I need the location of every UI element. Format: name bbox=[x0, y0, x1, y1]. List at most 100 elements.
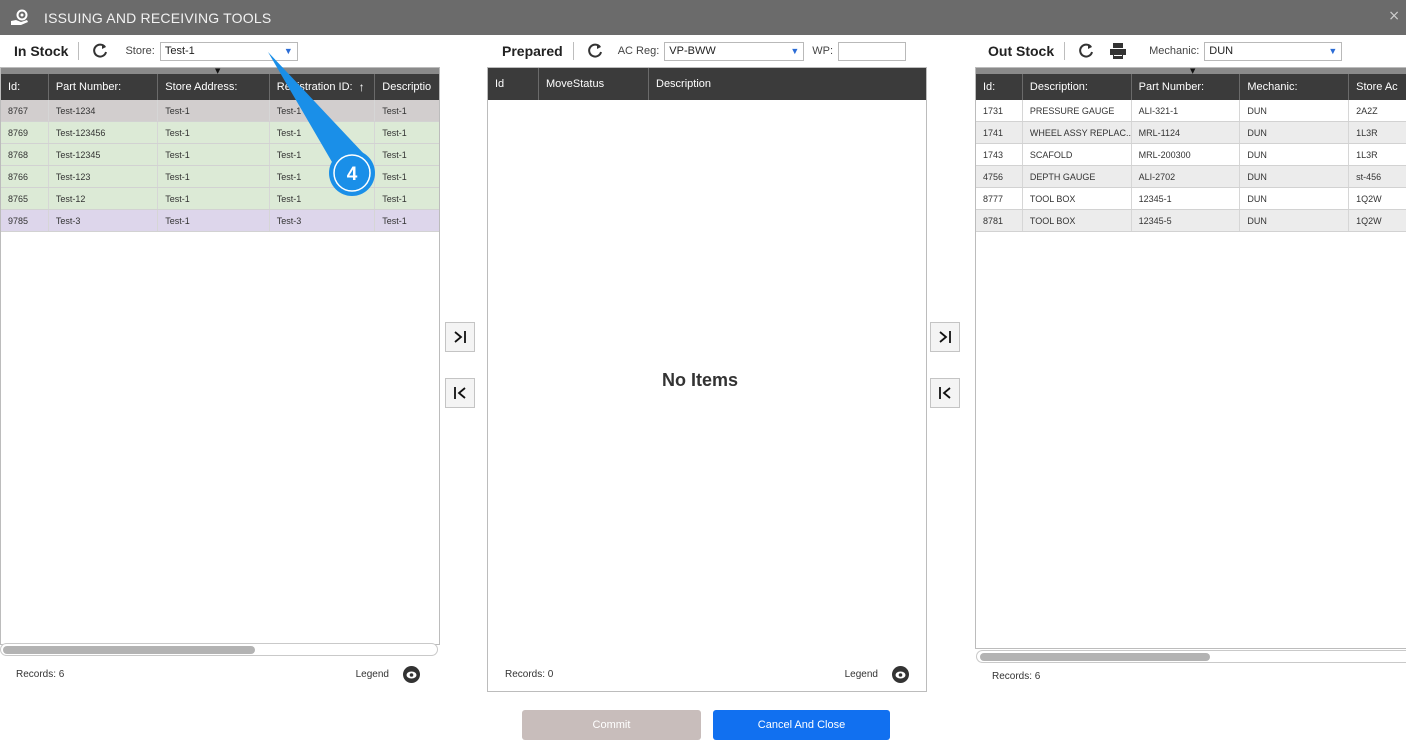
cell-id: 8765 bbox=[1, 188, 49, 209]
cell-description: SCAFOLD bbox=[1023, 144, 1132, 165]
out-stock-grid: ▼ Id: Description: Part Number: Mechanic… bbox=[975, 67, 1406, 649]
scrollbar-thumb[interactable] bbox=[3, 646, 255, 654]
grid-group-bar: ▼ bbox=[1, 68, 439, 75]
table-row[interactable]: 1731 PRESSURE GAUGE ALI-321-1 DUN 2A2Z bbox=[976, 100, 1406, 122]
in-stock-horizontal-scrollbar[interactable] bbox=[0, 643, 438, 656]
column-header-store-address[interactable]: Store Ac bbox=[1349, 74, 1406, 100]
table-row[interactable]: 4756 DEPTH GAUGE ALI-2702 DUN st-456 bbox=[976, 166, 1406, 188]
column-header-part-number[interactable]: Part Number: bbox=[49, 74, 159, 100]
column-header-description[interactable]: Description: bbox=[1023, 74, 1132, 100]
store-label: Store: bbox=[125, 45, 155, 57]
table-row[interactable]: 8781 TOOL BOX 12345-5 DUN 1Q2W bbox=[976, 210, 1406, 232]
ac-reg-select-value: VP-BWW bbox=[669, 45, 716, 57]
table-row[interactable]: 1743 SCAFOLD MRL-200300 DUN 1L3R bbox=[976, 144, 1406, 166]
legend-label: Legend bbox=[844, 669, 878, 680]
cell-description: TOOL BOX bbox=[1023, 210, 1132, 231]
cell-store-address: Test-1 bbox=[158, 122, 270, 143]
table-row[interactable]: 8768 Test-12345 Test-1 Test-1 Test-1 bbox=[1, 144, 439, 166]
mechanic-select-value: DUN bbox=[1209, 45, 1234, 57]
ac-reg-label: AC Reg: bbox=[617, 45, 660, 57]
eye-icon[interactable] bbox=[892, 666, 909, 683]
column-header-id[interactable]: Id: bbox=[976, 74, 1023, 100]
wp-input[interactable] bbox=[838, 41, 907, 61]
table-row[interactable]: 8777 TOOL BOX 12345-1 DUN 1Q2W bbox=[976, 188, 1406, 210]
move-to-end-icon bbox=[939, 331, 951, 343]
refresh-icon[interactable] bbox=[89, 40, 111, 62]
out-stock-grid-header: Id: Description: Part Number: Mechanic: … bbox=[976, 74, 1406, 100]
move-to-end-button[interactable] bbox=[930, 322, 960, 352]
eye-icon[interactable] bbox=[403, 666, 420, 683]
mechanic-select[interactable]: DUN ▼ bbox=[1204, 41, 1343, 61]
in-stock-footer: Records: 6 Legend bbox=[16, 666, 420, 683]
cell-part-number: 12345-1 bbox=[1132, 188, 1241, 209]
cell-description: Test-1 bbox=[382, 215, 407, 226]
ac-reg-select[interactable]: VP-BWW ▼ bbox=[664, 41, 805, 61]
column-header-label: Registration ID: bbox=[276, 81, 353, 93]
store-select-value: Test-1 bbox=[164, 45, 195, 57]
window-title: ISSUING AND RECEIVING TOOLS bbox=[44, 9, 272, 26]
cell-store-address: Test-1 bbox=[158, 166, 270, 187]
refresh-icon[interactable] bbox=[1075, 40, 1097, 62]
sort-ascending-icon: ↑ bbox=[358, 80, 365, 94]
cell-part-number: Test-1234 bbox=[49, 100, 159, 121]
divider bbox=[78, 42, 80, 60]
cell-id: 8766 bbox=[1, 166, 49, 187]
column-header-id[interactable]: Id bbox=[488, 68, 539, 100]
printer-icon[interactable] bbox=[1107, 40, 1129, 62]
column-header-description[interactable]: Descriptio bbox=[375, 74, 439, 100]
column-header-move-status[interactable]: MoveStatus bbox=[539, 68, 649, 100]
chevron-down-icon: ▼ bbox=[790, 46, 800, 56]
in-stock-grid-header: Id: Part Number: Store Address: Registra… bbox=[1, 74, 439, 100]
close-icon[interactable]: × bbox=[1388, 8, 1400, 24]
table-row[interactable]: 8767 Test-1234 Test-1 Test-1 Test-1 bbox=[1, 100, 439, 122]
cell-store-address: 2A2Z bbox=[1356, 105, 1378, 116]
cell-id: 1743 bbox=[976, 144, 1023, 165]
column-header-part-number[interactable]: Part Number: bbox=[1132, 74, 1241, 100]
column-header-description[interactable]: Description bbox=[649, 68, 926, 100]
cell-mechanic: DUN bbox=[1240, 122, 1350, 143]
cell-mechanic: DUN bbox=[1240, 144, 1350, 165]
column-header-store-address[interactable]: Store Address: bbox=[158, 74, 270, 100]
refresh-icon[interactable] bbox=[584, 40, 606, 62]
tool-hand-icon bbox=[8, 6, 32, 30]
chevron-down-icon: ▼ bbox=[1328, 46, 1338, 56]
cell-mechanic: DUN bbox=[1240, 188, 1350, 209]
cell-id: 8781 bbox=[976, 210, 1023, 231]
table-row[interactable]: 1741 WHEEL ASSY REPLAC... MRL-1124 DUN 1L3R bbox=[976, 122, 1406, 144]
grid-group-bar: ▼ bbox=[976, 68, 1406, 75]
divider bbox=[1064, 42, 1066, 60]
wp-label: WP: bbox=[812, 45, 834, 57]
cancel-and-close-button[interactable]: Cancel And Close bbox=[713, 710, 890, 740]
table-row[interactable]: 8766 Test-123 Test-1 Test-1 Test-1 bbox=[1, 166, 439, 188]
cell-store-address: 1L3R bbox=[1356, 149, 1378, 160]
cell-store-address: Test-1 bbox=[158, 188, 270, 209]
store-select[interactable]: Test-1 ▼ bbox=[159, 41, 298, 61]
table-row[interactable]: 9785 Test-3 Test-1 Test-3 Test-1 bbox=[1, 210, 439, 232]
chevron-down-icon: ▼ bbox=[283, 46, 293, 56]
cell-registration-id: Test-3 bbox=[270, 210, 376, 231]
column-header-mechanic[interactable]: Mechanic: bbox=[1240, 74, 1350, 100]
move-to-end-button[interactable] bbox=[445, 322, 475, 352]
table-row[interactable]: 8765 Test-12 Test-1 Test-1 Test-1 bbox=[1, 188, 439, 210]
out-stock-horizontal-scrollbar[interactable] bbox=[976, 650, 1406, 663]
move-to-start-button[interactable] bbox=[445, 378, 475, 408]
cell-store-address: st-456 bbox=[1356, 171, 1382, 182]
move-to-start-button[interactable] bbox=[930, 378, 960, 408]
cell-id: 1741 bbox=[976, 122, 1023, 143]
prepared-title: Prepared bbox=[502, 43, 563, 59]
legend-label: Legend bbox=[355, 669, 389, 680]
column-header-id[interactable]: Id: bbox=[1, 74, 49, 100]
cell-id: 8777 bbox=[976, 188, 1023, 209]
records-count: Records: 0 bbox=[505, 669, 554, 680]
mechanic-label: Mechanic: bbox=[1149, 45, 1200, 57]
cell-id: 4756 bbox=[976, 166, 1023, 187]
commit-button[interactable]: Commit bbox=[522, 710, 701, 740]
column-header-registration-id[interactable]: Registration ID: ↑ bbox=[270, 74, 376, 100]
window-titlebar: ISSUING AND RECEIVING TOOLS × bbox=[0, 0, 1406, 35]
records-count: Records: 6 bbox=[992, 671, 1041, 682]
table-row[interactable]: 8769 Test-123456 Test-1 Test-1 Test-1 bbox=[1, 122, 439, 144]
move-to-start-icon bbox=[454, 387, 466, 399]
cell-id: 8769 bbox=[1, 122, 49, 143]
prepared-grid-header: Id MoveStatus Description bbox=[488, 68, 926, 100]
scrollbar-thumb[interactable] bbox=[980, 653, 1210, 661]
